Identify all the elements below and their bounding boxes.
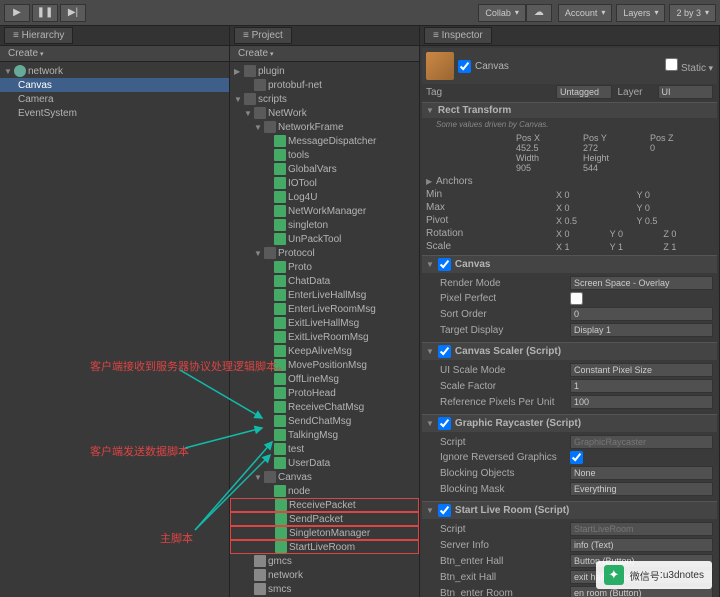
project-item[interactable]: Protocol (230, 246, 419, 260)
hierarchy-tree: network Canvas Camera EventSystem (0, 62, 229, 597)
canvas-component: Canvas Render ModeScreen Space - Overlay… (422, 255, 717, 340)
project-item[interactable]: NetWork (230, 106, 419, 120)
project-item[interactable]: Log4U (230, 190, 419, 204)
project-item[interactable]: ProtoHead (230, 386, 419, 400)
hierarchy-item[interactable]: Canvas (0, 78, 229, 92)
project-item[interactable]: Proto (230, 260, 419, 274)
project-item[interactable]: SendPacket (230, 512, 419, 526)
project-panel: Project Create pluginprotobuf-netscripts… (230, 26, 420, 597)
gameobject-name[interactable]: Canvas (475, 61, 665, 72)
project-item[interactable]: KeepAliveMsg (230, 344, 419, 358)
layers-dropdown[interactable]: Layers (616, 4, 665, 22)
layer-dropdown[interactable]: UI (658, 85, 714, 99)
gameobject-icon (426, 52, 454, 80)
project-item[interactable]: StartLiveRoom (230, 540, 419, 554)
inspector-panel: Inspector Canvas Static ▾ Tag Untagged L… (420, 26, 720, 597)
project-tree: pluginprotobuf-netscriptsNetWorkNetworkF… (230, 62, 419, 597)
project-item[interactable]: MovePositionMsg (230, 358, 419, 372)
project-item[interactable]: MessageDispatcher (230, 134, 419, 148)
canvas-scaler-component: Canvas Scaler (Script) UI Scale ModeCons… (422, 342, 717, 412)
step-button[interactable]: ▶| (60, 4, 86, 22)
project-item[interactable]: ExitLiveRoomMsg (230, 330, 419, 344)
project-item[interactable]: SingletonManager (230, 526, 419, 540)
layout-dropdown[interactable]: 2 by 3 (669, 4, 716, 22)
hierarchy-item[interactable]: EventSystem (0, 106, 229, 120)
project-item[interactable]: ChatData (230, 274, 419, 288)
active-checkbox[interactable] (458, 60, 471, 73)
project-item[interactable]: tools (230, 148, 419, 162)
project-item[interactable]: gmcs (230, 554, 419, 568)
project-item[interactable]: TalkingMsg (230, 428, 419, 442)
project-item[interactable]: UserData (230, 456, 419, 470)
inspector-tab[interactable]: Inspector (420, 26, 719, 46)
hierarchy-panel: Hierarchy Create network Canvas Camera E… (0, 26, 230, 597)
project-item[interactable]: EnterLiveHallMsg (230, 288, 419, 302)
project-item[interactable]: protobuf-net (230, 78, 419, 92)
project-item[interactable]: network (230, 568, 419, 582)
watermark: ✦ 微信号: u3dnotes (596, 561, 712, 589)
collab-dropdown[interactable]: Collab (478, 4, 526, 22)
project-item[interactable]: EnterLiveRoomMsg (230, 302, 419, 316)
project-item[interactable]: ExitLiveHallMsg (230, 316, 419, 330)
project-item[interactable]: smcs (230, 582, 419, 596)
project-item[interactable]: SendChatMsg (230, 414, 419, 428)
project-item[interactable]: Canvas (230, 470, 419, 484)
project-item[interactable]: plugin (230, 64, 419, 78)
wechat-icon: ✦ (604, 565, 624, 585)
tag-dropdown[interactable]: Untagged (556, 85, 612, 99)
project-item[interactable]: test (230, 442, 419, 456)
inspector-body: Canvas Static ▾ Tag Untagged Layer UI Re… (420, 46, 719, 597)
play-button[interactable]: ▶ (4, 4, 30, 22)
hierarchy-create[interactable]: Create (4, 48, 47, 59)
account-dropdown[interactable]: Account (558, 4, 613, 22)
project-item[interactable]: ReceivePacket (230, 498, 419, 512)
project-item[interactable]: scripts (230, 92, 419, 106)
project-item[interactable]: NetworkFrame (230, 120, 419, 134)
project-tab[interactable]: Project (230, 26, 419, 46)
project-item[interactable]: NetWorkManager (230, 204, 419, 218)
project-create[interactable]: Create (234, 48, 277, 59)
cloud-button[interactable]: ☁ (526, 4, 552, 22)
hierarchy-item[interactable]: network (0, 64, 229, 78)
project-item[interactable]: ReceiveChatMsg (230, 400, 419, 414)
static-dropdown[interactable]: Static ▾ (665, 58, 713, 74)
project-item[interactable]: GlobalVars (230, 162, 419, 176)
hierarchy-tab[interactable]: Hierarchy (0, 26, 229, 46)
project-item[interactable]: UnPackTool (230, 232, 419, 246)
main-toolbar: ▶ ❚❚ ▶| Collab ☁ Account Layers 2 by 3 (0, 0, 720, 26)
graphic-raycaster-component: Graphic Raycaster (Script) ScriptGraphic… (422, 414, 717, 499)
project-item[interactable]: IOTool (230, 176, 419, 190)
hierarchy-item[interactable]: Camera (0, 92, 229, 106)
project-item[interactable]: singleton (230, 218, 419, 232)
rect-transform-component: Rect Transform Some values driven by Can… (422, 102, 717, 253)
project-item[interactable]: OffLineMsg (230, 372, 419, 386)
pause-button[interactable]: ❚❚ (32, 4, 58, 22)
project-item[interactable]: node (230, 484, 419, 498)
